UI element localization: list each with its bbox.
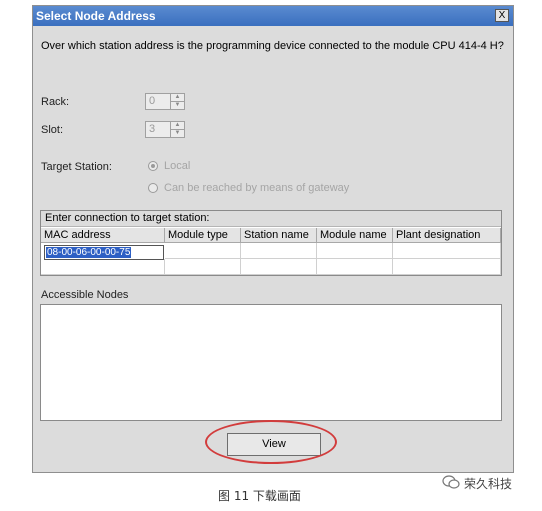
slot-spin-buttons[interactable]: ▲ ▼	[170, 122, 184, 137]
radio-gateway[interactable]	[148, 183, 158, 193]
rack-value: 0	[149, 95, 156, 107]
column-station-name[interactable]: Station name	[241, 228, 317, 243]
radio-gateway-label: Can be reached by means of gateway	[164, 182, 350, 194]
column-plant-designation[interactable]: Plant designation	[393, 228, 501, 243]
close-icon: X	[498, 10, 506, 21]
table-cell[interactable]	[165, 259, 241, 275]
table-cell[interactable]	[241, 259, 317, 275]
mac-address-value: 08-00-06-00-00-75	[46, 247, 132, 258]
title-bar[interactable]: Select Node Address X	[33, 6, 513, 26]
table-cell[interactable]	[165, 243, 241, 259]
rack-spin-buttons[interactable]: ▲ ▼	[170, 94, 184, 109]
slot-label: Slot:	[41, 124, 64, 136]
select-node-address-dialog: Select Node Address X Over which station…	[32, 5, 514, 473]
slot-spinner[interactable]: 3 ▲ ▼	[145, 121, 185, 138]
rack-spinner[interactable]: 0 ▲ ▼	[145, 93, 185, 110]
table-cell[interactable]	[241, 243, 317, 259]
mac-address-input[interactable]: 08-00-06-00-00-75	[44, 245, 164, 260]
table-cell[interactable]	[393, 243, 501, 259]
spin-down-icon[interactable]: ▼	[171, 130, 184, 137]
connection-table: Enter connection to target station: MAC …	[40, 210, 502, 276]
accessible-nodes-list[interactable]	[40, 304, 502, 421]
highlight-ellipse	[205, 420, 337, 464]
question-text: Over which station address is the progra…	[41, 40, 504, 52]
wechat-icon	[442, 475, 460, 489]
accessible-nodes-label: Accessible Nodes	[41, 289, 129, 301]
table-cell[interactable]	[393, 259, 501, 275]
table-cell[interactable]	[317, 243, 393, 259]
spin-up-icon[interactable]: ▲	[171, 122, 184, 130]
radio-local-label: Local	[164, 160, 191, 172]
radio-local[interactable]	[148, 161, 158, 171]
column-module-name[interactable]: Module name	[317, 228, 393, 243]
spin-up-icon[interactable]: ▲	[171, 94, 184, 102]
target-station-label: Target Station:	[41, 161, 112, 173]
slot-value: 3	[149, 123, 156, 135]
dialog-title: Select Node Address	[36, 9, 156, 23]
table-cell[interactable]	[41, 259, 165, 275]
table-cell[interactable]	[317, 259, 393, 275]
figure-caption: 图 11 下载画面	[218, 489, 301, 503]
spin-down-icon[interactable]: ▼	[171, 102, 184, 109]
watermark-text: 荣久科技	[464, 477, 513, 491]
close-button[interactable]: X	[495, 9, 509, 22]
column-mac-address[interactable]: MAC address	[41, 228, 165, 243]
watermark: 荣久科技	[442, 474, 536, 492]
column-module-type[interactable]: Module type	[165, 228, 241, 243]
connection-header: Enter connection to target station:	[41, 211, 501, 227]
rack-label: Rack:	[41, 96, 70, 108]
